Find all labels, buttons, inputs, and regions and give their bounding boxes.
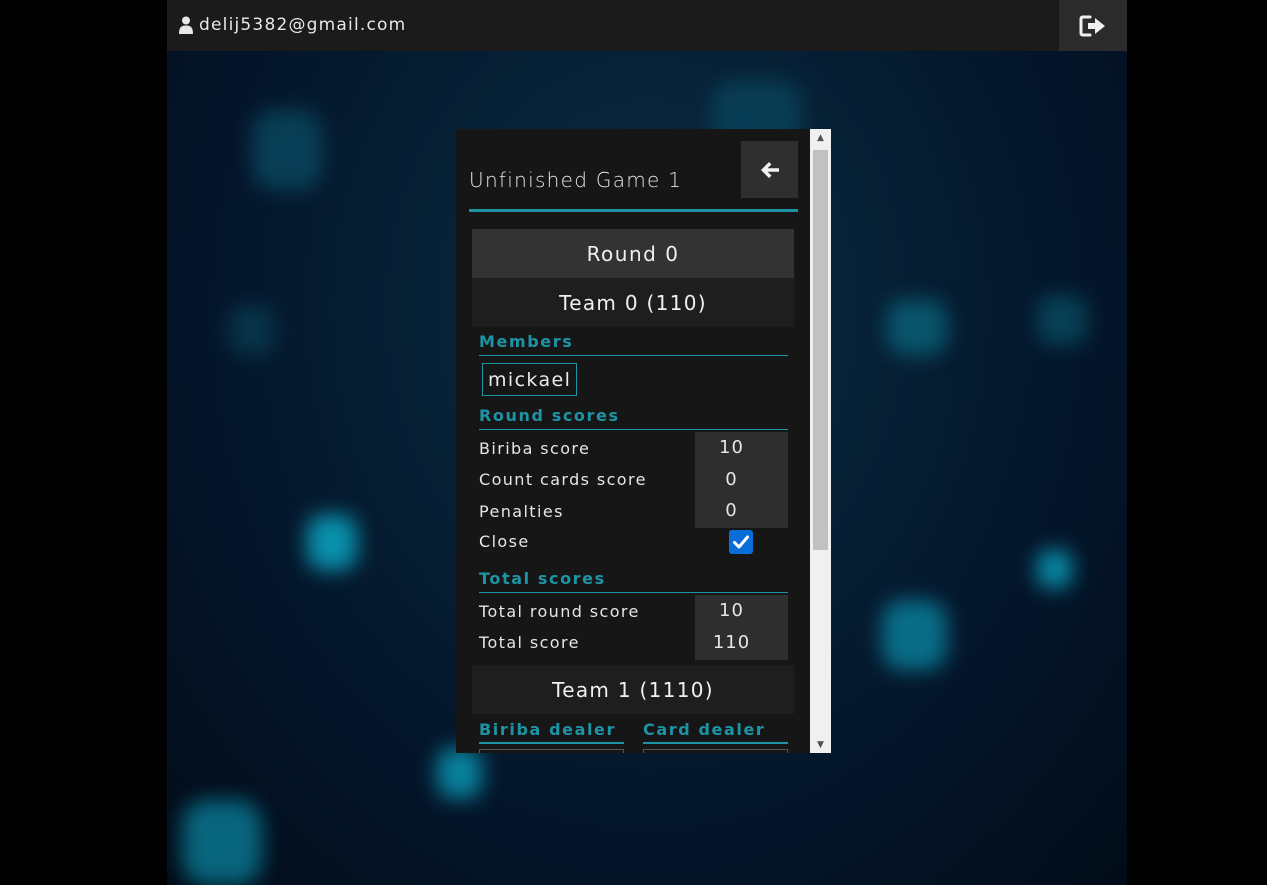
game-title: Unfinished Game 1 bbox=[469, 168, 683, 192]
team-header[interactable]: Team 0 (110) bbox=[472, 278, 794, 327]
logout-button[interactable] bbox=[1059, 0, 1127, 51]
close-label: Close bbox=[479, 532, 530, 551]
user-icon bbox=[179, 16, 193, 34]
score-input[interactable]: 0 bbox=[695, 469, 768, 490]
game-panel-content: Unfinished Game 1 Round 0 Team 0 (110) M… bbox=[456, 129, 810, 753]
sign-out-icon bbox=[1079, 15, 1105, 36]
score-label: Biriba score bbox=[479, 439, 591, 458]
game-panel: Unfinished Game 1 Round 0 Team 0 (110) M… bbox=[456, 129, 831, 753]
background-glow bbox=[1037, 550, 1072, 588]
total-value: 10 bbox=[719, 600, 744, 621]
total-scores-title: Total scores bbox=[479, 569, 788, 593]
arrow-left-icon bbox=[760, 161, 779, 178]
game-header: Unfinished Game 1 bbox=[469, 141, 798, 210]
scrollbar[interactable]: ▲ ▼ bbox=[810, 129, 831, 753]
header-divider bbox=[469, 209, 798, 212]
background-glow bbox=[252, 110, 322, 190]
score-label: Penalties bbox=[479, 502, 564, 521]
user-email: delij5382@gmail.com bbox=[199, 15, 407, 35]
top-bar: delij5382@gmail.com bbox=[167, 0, 1127, 51]
background-glow bbox=[1037, 295, 1087, 345]
round-scores-title: Round scores bbox=[479, 406, 788, 430]
back-button[interactable] bbox=[741, 141, 798, 198]
background-glow bbox=[182, 800, 262, 885]
background-glow bbox=[437, 748, 482, 798]
scroll-down-arrow-icon[interactable]: ▼ bbox=[810, 736, 831, 753]
background-glow bbox=[229, 305, 274, 355]
total-label: Total score bbox=[479, 633, 580, 652]
scroll-thumb[interactable] bbox=[813, 150, 828, 550]
total-label: Total round score bbox=[479, 602, 640, 621]
close-checkbox[interactable] bbox=[729, 530, 753, 554]
card-dealer-select[interactable] bbox=[643, 749, 788, 753]
score-input[interactable]: 10 bbox=[695, 437, 768, 458]
member-chip: mickael bbox=[482, 363, 578, 396]
round-label: Round 0 bbox=[472, 229, 794, 278]
scroll-up-arrow-icon[interactable]: ▲ bbox=[810, 129, 831, 146]
score-input[interactable]: 0 bbox=[695, 500, 768, 521]
biriba-dealer-select[interactable] bbox=[479, 749, 624, 753]
members-title: Members bbox=[479, 332, 788, 356]
card-dealer-title: Card dealer bbox=[643, 720, 788, 744]
background-glow bbox=[882, 600, 947, 670]
score-label: Count cards score bbox=[479, 470, 647, 489]
background-glow bbox=[307, 515, 357, 570]
background-glow bbox=[887, 300, 947, 355]
user-info: delij5382@gmail.com bbox=[179, 12, 406, 38]
total-value: 110 bbox=[712, 632, 751, 653]
checkmark-icon bbox=[733, 535, 749, 549]
biriba-dealer-title: Biriba dealer bbox=[479, 720, 624, 744]
team-header[interactable]: Team 1 (1110) bbox=[472, 665, 794, 714]
